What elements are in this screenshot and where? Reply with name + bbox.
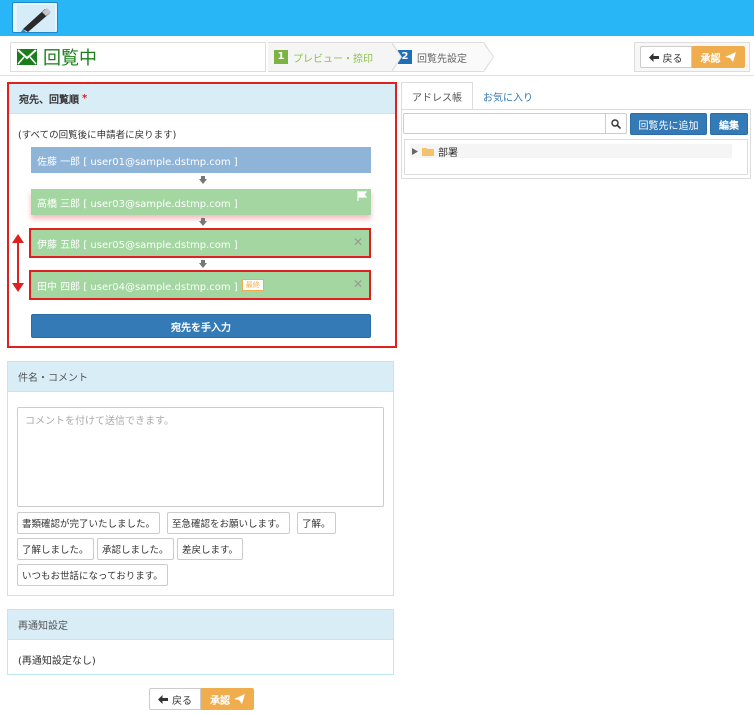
tree-item-department[interactable]: 部署 [410, 144, 732, 159]
route-note: (すべての回覧後に申請者に戻ります) [18, 130, 177, 141]
remove-icon[interactable]: ✕ [353, 235, 363, 249]
renotify-panel: 再通知設定 (再通知設定なし) [7, 609, 394, 675]
folder-icon [422, 147, 434, 156]
step-preview[interactable]: 1 プレビュー・捺印 [268, 42, 402, 72]
comment-panel-header: 件名・コメント [8, 362, 393, 392]
department-tree: 部署 [404, 139, 748, 175]
expand-icon[interactable] [412, 147, 418, 155]
approve-button-label: 承認 [210, 695, 230, 707]
reorder-arrow-icon [12, 234, 24, 292]
route-panel-header: 宛先、回覧順 * [9, 84, 395, 114]
page-title-text: 回覧中 [43, 48, 97, 69]
step-indicator: 1 プレビュー・捺印 2 回覧先設定 [268, 42, 494, 72]
down-arrow-icon [199, 260, 207, 268]
send-icon [724, 52, 736, 62]
step-number: 1 [274, 50, 288, 64]
edit-button[interactable]: 編集 [710, 113, 748, 135]
recipient-label: 田中 四郎 [ user04@sample.dstmp.com ] [37, 281, 238, 293]
recipient-row[interactable]: 佐藤 一郎 [ user01@sample.dstmp.com ] [31, 147, 371, 173]
pen-icon [17, 5, 55, 32]
addressbook-tabs: アドレス帳 お気に入り [401, 82, 543, 110]
envelope-icon [17, 49, 37, 65]
step-label: 回覧先設定 [417, 53, 467, 65]
renotify-value: (再通知設定なし) [18, 656, 96, 667]
back-button[interactable]: 戻る [149, 688, 201, 710]
phrase-button[interactable]: 了解。 [297, 512, 336, 534]
top-bar [0, 0, 754, 36]
flag-icon [357, 191, 367, 201]
recipient-label: 高橋 三郎 [ user03@sample.dstmp.com ] [37, 198, 238, 210]
required-mark: * [82, 93, 88, 104]
approve-button[interactable]: 承認 [691, 46, 745, 68]
step-chevron [483, 42, 494, 72]
page-title: 回覧中 [10, 42, 266, 72]
title-bar: 回覧中 1 プレビュー・捺印 2 回覧先設定 戻る 承認 [0, 38, 754, 76]
send-icon [234, 694, 245, 704]
comment-textarea[interactable]: コメントを付けて送信できます。 [17, 407, 384, 507]
recipient-row[interactable]: 高橋 三郎 [ user03@sample.dstmp.com ] [31, 189, 371, 215]
phrase-button[interactable]: 了解しました。 [17, 538, 94, 560]
recipient-row[interactable]: 伊藤 五郎 [ user05@sample.dstmp.com ] ✕ [29, 228, 371, 258]
approve-button-label: 承認 [700, 53, 721, 65]
step-label: プレビュー・捺印 [293, 53, 373, 65]
phrase-button[interactable]: 差戻します。 [177, 538, 244, 560]
recipient-label: 佐藤 一郎 [ user01@sample.dstmp.com ] [37, 156, 238, 168]
arrow-left-icon [158, 694, 168, 704]
search-button[interactable] [605, 113, 627, 134]
renotify-panel-header: 再通知設定 [8, 610, 393, 640]
comment-panel: 件名・コメント コメントを付けて送信できます。 書類確認が完了いたしました。 至… [7, 361, 394, 596]
step-chevron [391, 42, 402, 72]
tab-favorites[interactable]: お気に入り [473, 82, 543, 110]
back-button[interactable]: 戻る [639, 46, 692, 68]
phrase-button[interactable]: 至急確認をお願いします。 [167, 512, 291, 534]
phrase-button[interactable]: いつもお世話になっております。 [17, 564, 168, 586]
route-panel: 宛先、回覧順 * (すべての回覧後に申請者に戻ります) 佐藤 一郎 [ user… [7, 82, 397, 348]
back-button-label: 戻る [662, 53, 683, 65]
approve-button[interactable]: 承認 [201, 688, 254, 710]
top-actions: 戻る 承認 [634, 42, 750, 72]
bottom-actions: 戻る 承認 [149, 688, 254, 710]
back-button-label: 戻る [172, 695, 192, 707]
tab-addressbook[interactable]: アドレス帳 [401, 82, 473, 110]
phrase-button[interactable]: 承認しました。 [97, 538, 174, 560]
down-arrow-icon [199, 218, 207, 226]
recipient-row[interactable]: 田中 四郎 [ user04@sample.dstmp.com ] 最終 ✕ [29, 270, 371, 300]
step-route-settings[interactable]: 2 回覧先設定 [392, 42, 494, 72]
recipient-label: 伊藤 五郎 [ user05@sample.dstmp.com ] [37, 239, 238, 251]
addressbook-search-input[interactable] [403, 113, 606, 134]
add-to-route-button[interactable]: 回覧先に追加 [630, 113, 707, 135]
final-badge: 最終 [241, 279, 264, 291]
tree-item-label: 部署 [438, 147, 458, 159]
phrase-button[interactable]: 書類確認が完了いたしました。 [17, 512, 161, 534]
search-icon [611, 118, 621, 129]
arrow-left-icon [648, 52, 659, 62]
app-logo[interactable] [12, 2, 58, 33]
manual-entry-button[interactable]: 宛先を手入力 [31, 314, 371, 338]
down-arrow-icon [199, 176, 207, 184]
remove-icon[interactable]: ✕ [353, 277, 363, 291]
route-heading: 宛先、回覧順 [19, 95, 79, 106]
